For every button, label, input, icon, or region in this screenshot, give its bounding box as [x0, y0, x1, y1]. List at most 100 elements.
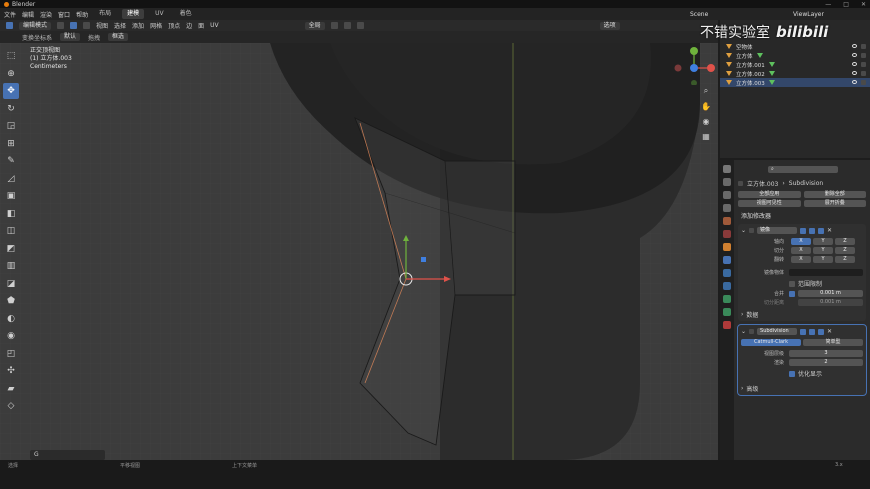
menu-face[interactable]: 面 — [198, 21, 204, 30]
inset-icon[interactable]: ◫ — [3, 223, 19, 239]
add-cube-icon[interactable]: ▣ — [3, 188, 19, 204]
tool-options-dropdown[interactable]: 选项 — [599, 21, 620, 30]
menu-view[interactable]: 视图 — [96, 21, 108, 30]
operator-search-field[interactable]: G — [30, 450, 105, 460]
physics-tab-icon[interactable] — [723, 282, 731, 290]
object-tab-icon[interactable] — [723, 243, 731, 251]
visibility-eye-icon[interactable] — [852, 71, 857, 75]
outliner-item[interactable]: 立方体.002 — [720, 69, 870, 78]
close-button[interactable]: ✕ — [861, 1, 866, 8]
delete-all-button[interactable]: 删除全部 — [803, 191, 866, 198]
collapse-chevron-icon[interactable]: ⌄ — [741, 227, 746, 234]
axis-y-toggle[interactable]: Y — [813, 238, 833, 245]
edge-select-icon[interactable] — [70, 22, 78, 29]
render-camera-icon[interactable] — [861, 44, 866, 49]
advanced-subpanel-label[interactable]: 高级 — [746, 384, 758, 393]
measure-icon[interactable]: ◿ — [3, 171, 19, 187]
transform-orientation-dropdown[interactable]: 全局 — [304, 21, 325, 30]
extrude-icon[interactable]: ◧ — [3, 206, 19, 222]
menu-edge[interactable]: 边 — [186, 21, 192, 30]
menu-help[interactable]: 帮助 — [76, 10, 88, 19]
spin-icon[interactable]: ◐ — [3, 311, 19, 327]
simple-button[interactable]: 简单型 — [803, 339, 863, 346]
shear-icon[interactable]: ▰ — [3, 381, 19, 397]
viewport-toggle-icon[interactable] — [809, 227, 816, 234]
outliner-item[interactable]: 立方体.001 — [720, 60, 870, 69]
mode-dropdown[interactable]: 编辑模式 — [19, 21, 52, 30]
cursor-icon[interactable]: ⊕ — [3, 66, 19, 82]
bisect-x-toggle[interactable]: X — [791, 247, 811, 254]
shrink-icon[interactable]: ✣ — [3, 363, 19, 379]
constraints-tab-icon[interactable] — [723, 295, 731, 303]
merge-distance-field[interactable]: 0.001 m — [798, 290, 863, 297]
viewport-canvas[interactable] — [0, 43, 718, 460]
3d-viewport[interactable]: 正交顶视图 (1) 立方体.003 Centimeters ⌕ ✋ ◉ ▦ G — [0, 43, 718, 460]
levels-viewport-field[interactable]: 3 — [789, 350, 863, 357]
move-icon[interactable]: ✥ — [3, 83, 19, 99]
snap-icon[interactable] — [343, 22, 351, 29]
visibility-eye-icon[interactable] — [852, 80, 857, 84]
viewport-visibility-button[interactable]: 视图可见性 — [738, 200, 801, 207]
maximize-button[interactable]: □ — [843, 1, 849, 8]
drag-dropdown[interactable]: 框选 — [108, 33, 129, 41]
catmull-clark-button[interactable]: Catmull-Clark — [741, 339, 801, 346]
data-subpanel-label[interactable]: 数据 — [746, 310, 758, 319]
tab-shading[interactable]: 着色 — [175, 9, 197, 19]
outliner-item-selected[interactable]: 立方体.003 — [720, 78, 870, 87]
menu-file[interactable]: 文件 — [4, 10, 16, 19]
pivot-icon[interactable] — [330, 22, 338, 29]
loopcut-icon[interactable]: ▥ — [3, 258, 19, 274]
particles-tab-icon[interactable] — [723, 269, 731, 277]
visibility-eye-icon[interactable] — [852, 53, 857, 57]
bisect-y-toggle[interactable]: Y — [813, 247, 833, 254]
visibility-eye-icon[interactable] — [852, 44, 857, 48]
edit-mode-toggle-icon[interactable] — [800, 328, 807, 335]
collapse-chevron-icon[interactable]: ⌄ — [741, 328, 746, 335]
material-tab-icon[interactable] — [723, 321, 731, 329]
merge-checkbox[interactable] — [789, 290, 795, 297]
flip-x-toggle[interactable]: X — [791, 256, 811, 263]
properties-search-icon[interactable]: ⌕ — [768, 165, 838, 173]
render-camera-icon[interactable] — [861, 53, 866, 58]
scale-icon[interactable]: ◲ — [3, 118, 19, 134]
select-box-icon[interactable]: ⬚ — [3, 48, 19, 64]
polybuild-icon[interactable]: ⬟ — [3, 293, 19, 309]
expand-collapse-button[interactable]: 展开折叠 — [803, 200, 866, 207]
edit-mode-toggle-icon[interactable] — [800, 227, 807, 234]
orientation-dropdown[interactable]: 默认 — [60, 33, 81, 41]
mirror-object-field[interactable] — [789, 269, 863, 276]
outliner-item[interactable]: 空物体 — [720, 42, 870, 51]
world-tab-icon[interactable] — [723, 230, 731, 238]
rip-icon[interactable]: ◇ — [3, 398, 19, 414]
output-tab-icon[interactable] — [723, 191, 731, 199]
navigation-gizmo[interactable] — [670, 45, 718, 85]
optimal-display-checkbox[interactable] — [789, 370, 795, 377]
visibility-eye-icon[interactable] — [852, 62, 857, 66]
edge-slide-icon[interactable]: ◰ — [3, 346, 19, 362]
modifier-close-icon[interactable]: ✕ — [827, 227, 832, 234]
menu-add[interactable]: 添加 — [132, 21, 144, 30]
pan-icon[interactable]: ✋ — [700, 100, 712, 112]
render-camera-icon[interactable] — [861, 62, 866, 67]
camera-icon[interactable]: ◉ — [700, 115, 712, 127]
bisect-distance-field[interactable]: 0.001 m — [798, 299, 863, 306]
render-camera-icon[interactable] — [861, 80, 866, 85]
annotate-icon[interactable]: ✎ — [3, 153, 19, 169]
menu-window[interactable]: 窗口 — [58, 10, 70, 19]
menu-edit[interactable]: 编辑 — [22, 10, 34, 19]
render-toggle-icon[interactable] — [818, 227, 825, 234]
bisect-z-toggle[interactable]: Z — [835, 247, 855, 254]
flip-z-toggle[interactable]: Z — [835, 256, 855, 263]
minimize-button[interactable]: — — [825, 1, 831, 8]
render-tab-icon[interactable] — [723, 178, 731, 186]
modifier-name-field[interactable]: Subdivision — [757, 328, 798, 335]
add-modifier-dropdown[interactable]: 添加修改器 — [738, 211, 866, 220]
menu-uv[interactable]: UV — [210, 22, 219, 29]
tab-layout[interactable]: 布局 — [94, 9, 116, 19]
menu-select[interactable]: 选择 — [114, 21, 126, 30]
knife-icon[interactable]: ◪ — [3, 276, 19, 292]
clipping-checkbox[interactable] — [789, 280, 795, 287]
flip-y-toggle[interactable]: Y — [813, 256, 833, 263]
expand-chevron-icon[interactable]: › — [741, 311, 743, 318]
face-select-icon[interactable] — [83, 22, 91, 29]
